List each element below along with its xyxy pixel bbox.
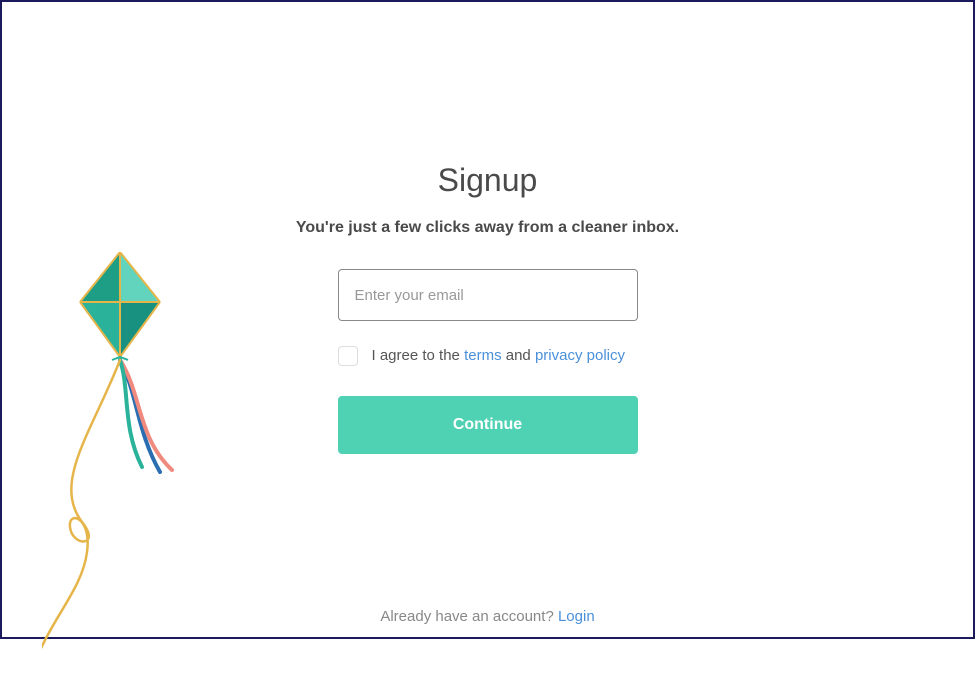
agree-prefix: I agree to the — [372, 347, 465, 364]
agree-and: and — [502, 347, 535, 364]
terms-link[interactable]: terms — [464, 347, 502, 364]
login-prefix: Already have an account? — [380, 608, 558, 625]
page-subtitle: You're just a few clicks away from a cle… — [296, 217, 679, 239]
agree-checkbox[interactable] — [338, 346, 358, 366]
email-input[interactable] — [338, 269, 638, 321]
login-link[interactable]: Login — [558, 608, 595, 625]
page-title: Signup — [438, 162, 538, 199]
privacy-link[interactable]: privacy policy — [535, 347, 625, 364]
continue-button[interactable]: Continue — [338, 396, 638, 454]
agree-text: I agree to the terms and privacy policy — [372, 345, 625, 366]
